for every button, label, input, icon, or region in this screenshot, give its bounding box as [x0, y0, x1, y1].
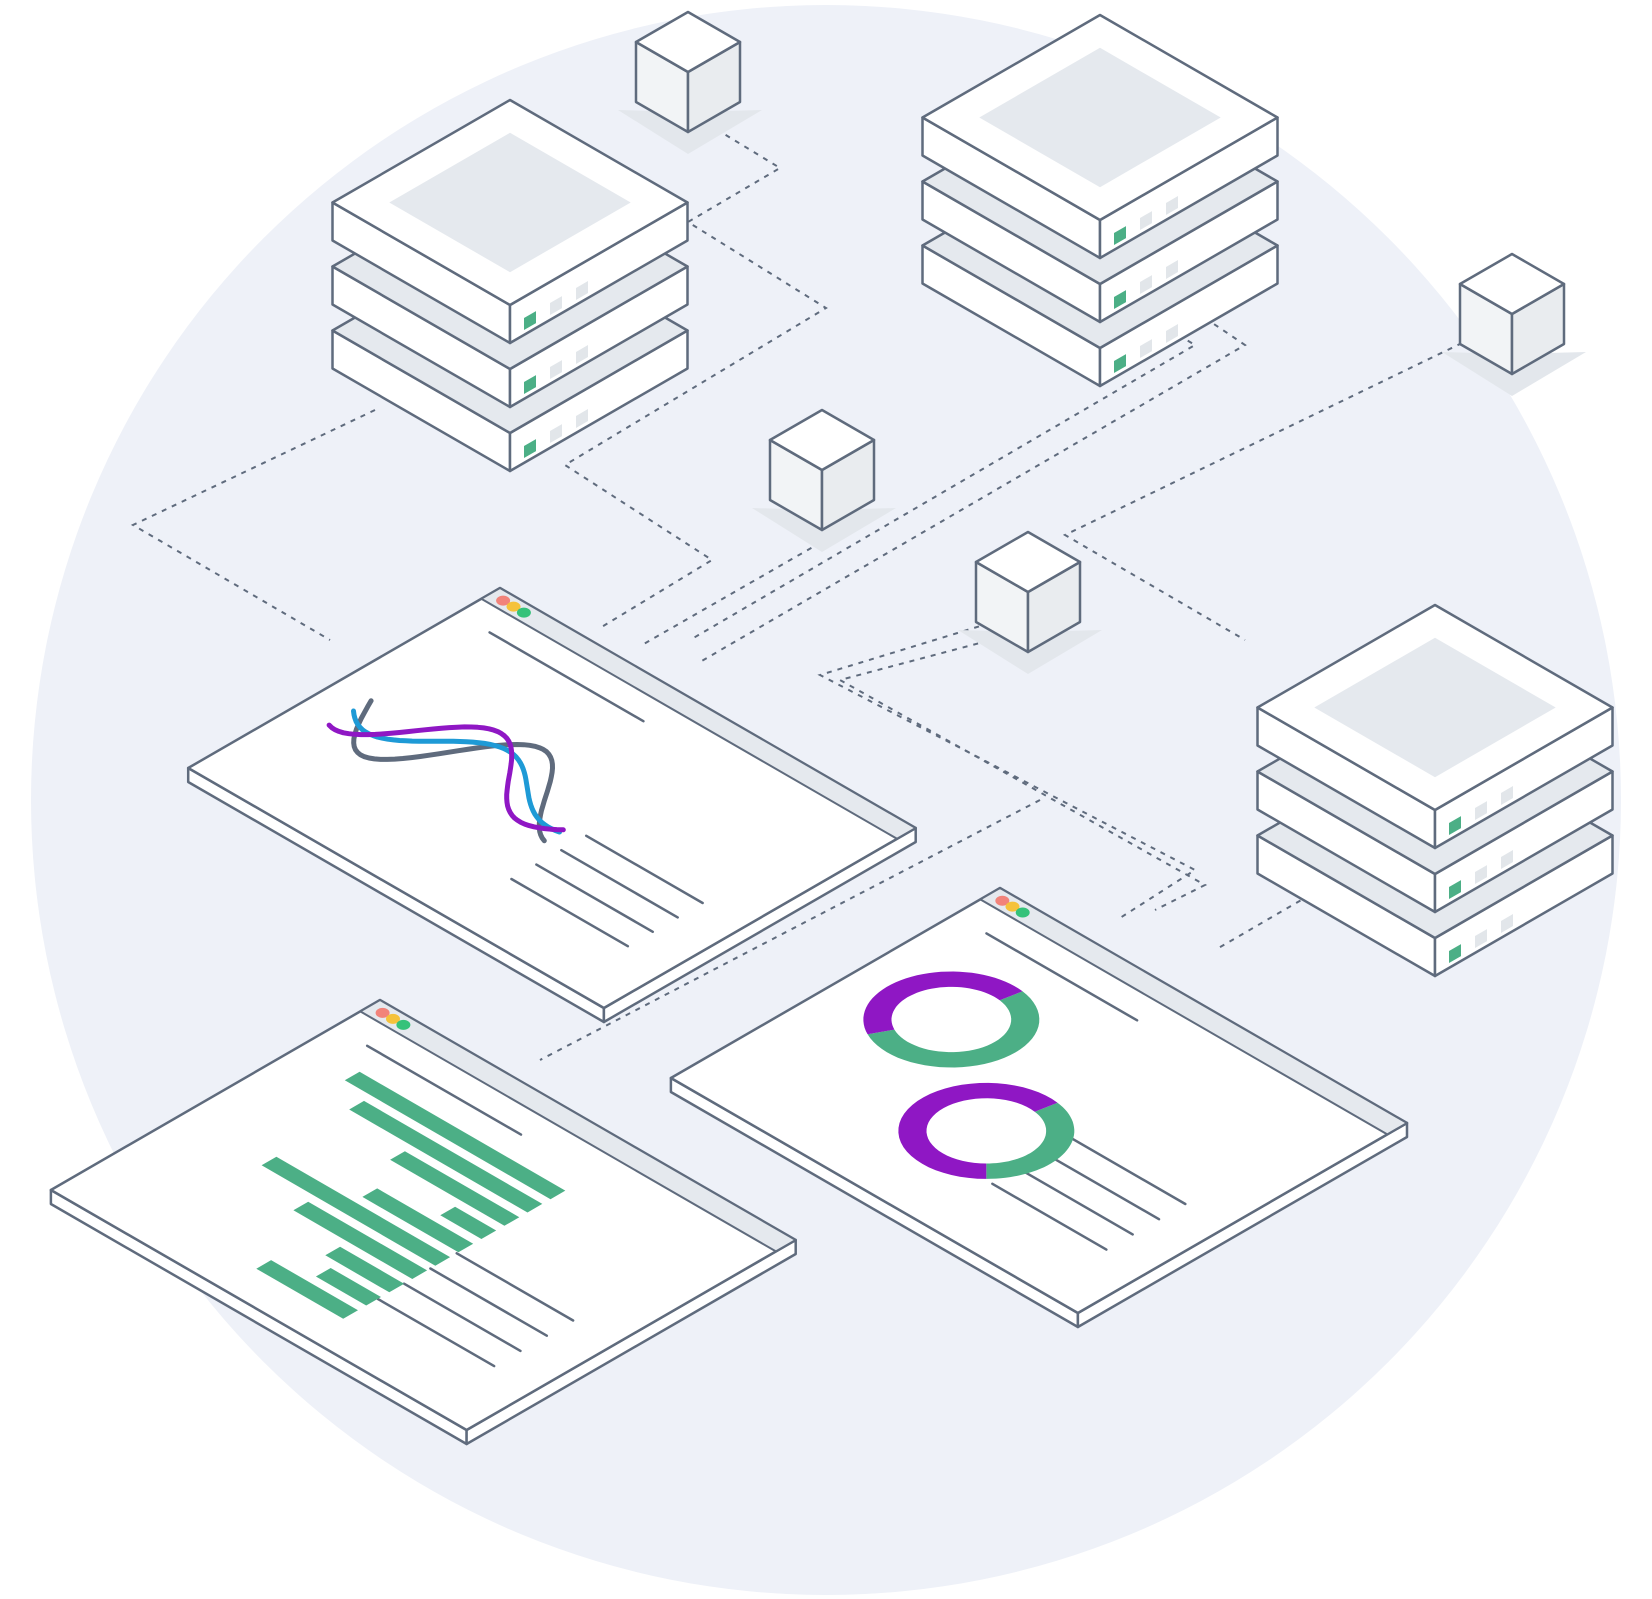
maximize-dot [516, 607, 531, 618]
maximize-dot [396, 1019, 411, 1030]
maximize-dot [1015, 907, 1030, 918]
data-infrastructure-illustration [0, 0, 1652, 1599]
